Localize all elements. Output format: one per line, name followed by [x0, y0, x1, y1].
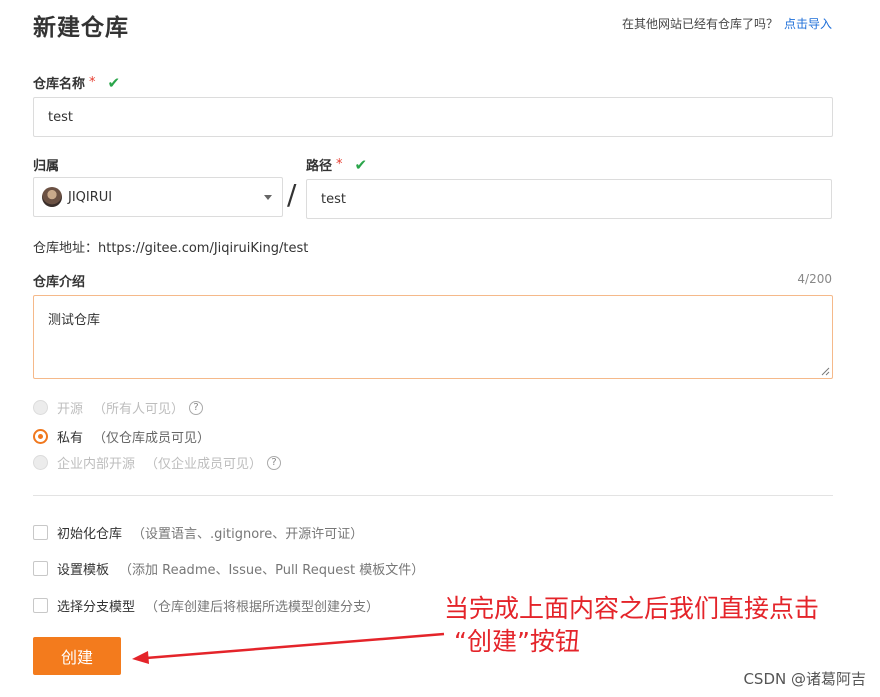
- resize-grip-icon[interactable]: [821, 367, 830, 376]
- repo-name-input[interactable]: test: [33, 97, 833, 137]
- checkbox[interactable]: [33, 561, 48, 576]
- radio-button: [33, 455, 48, 470]
- valid-check-icon: ✔: [354, 155, 368, 174]
- path-value: test: [321, 191, 346, 207]
- chevron-down-icon: [264, 195, 272, 200]
- radio-hint: （仅企业成员可见）: [145, 457, 263, 472]
- path-label: 路径 * ✔: [306, 155, 368, 175]
- divider: [33, 495, 833, 496]
- owner-select[interactable]: JIQIRUI: [33, 177, 283, 217]
- import-hint: 在其他网站已经有仓库了吗？ 点击导入: [622, 15, 832, 32]
- checkbox-label: 设置模板: [57, 563, 110, 578]
- description-value: 测试仓库: [48, 313, 101, 328]
- watermark: CSDN @诸葛阿吉: [743, 670, 866, 688]
- path-input[interactable]: test: [306, 179, 832, 219]
- visibility-open-radio: 开源 （所有人可见） ?: [33, 398, 204, 417]
- checkbox-label: 初始化仓库: [57, 527, 123, 542]
- owner-value: JIQIRUI: [68, 189, 113, 205]
- checkbox[interactable]: [33, 525, 48, 540]
- visibility-enterprise-radio: 企业内部开源 （仅企业成员可见） ?: [33, 453, 282, 472]
- import-link[interactable]: 点击导入: [784, 17, 832, 31]
- description-counter: 4/200: [797, 272, 832, 286]
- avatar: [42, 187, 62, 207]
- owner-label: 归属: [33, 159, 60, 174]
- description-label: 仓库介绍: [33, 275, 86, 290]
- import-hint-text: 在其他网站已经有仓库了吗？: [621, 17, 778, 31]
- template-checkbox[interactable]: 设置模板 （添加 Readme、Issue、Pull Request 模板文件）: [33, 559, 424, 578]
- branch-model-checkbox[interactable]: 选择分支模型 （仓库创建后将根据所选模型创建分支）: [33, 596, 379, 615]
- repo-name-value: test: [48, 109, 73, 125]
- checkbox-hint: （仓库创建后将根据所选模型创建分支）: [145, 600, 380, 615]
- radio-label: 开源: [57, 402, 84, 417]
- visibility-private-radio[interactable]: 私有 （仅仓库成员可见）: [33, 427, 210, 446]
- help-icon[interactable]: ?: [189, 400, 204, 415]
- page-title: 新建仓库: [33, 15, 129, 41]
- annotation-line-1: 当完成上面内容之后我们直接点击: [444, 594, 820, 623]
- description-textarea[interactable]: 测试仓库: [33, 295, 833, 379]
- radio-button: [33, 400, 48, 415]
- help-icon[interactable]: ?: [267, 455, 282, 470]
- repo-name-label: 仓库名称 * ✔: [33, 73, 121, 93]
- checkbox-label: 选择分支模型: [57, 600, 136, 615]
- valid-check-icon: ✔: [107, 73, 121, 92]
- repo-url: 仓库地址：https://gitee.com/JiqiruiKing/test: [33, 241, 309, 256]
- checkbox[interactable]: [33, 598, 48, 613]
- required-mark: *: [89, 75, 96, 90]
- radio-button[interactable]: [33, 429, 48, 444]
- annotation-arrow-icon: [132, 632, 445, 664]
- radio-label: 企业内部开源: [57, 457, 136, 472]
- path-label-text: 路径: [306, 159, 333, 174]
- radio-label: 私有: [57, 431, 84, 446]
- repo-name-label-text: 仓库名称: [33, 77, 86, 92]
- checkbox-hint: （设置语言、.gitignore、开源许可证）: [132, 527, 364, 542]
- radio-hint: （所有人可见）: [93, 402, 185, 417]
- init-repo-checkbox[interactable]: 初始化仓库 （设置语言、.gitignore、开源许可证）: [33, 523, 363, 542]
- required-mark: *: [336, 157, 343, 172]
- radio-hint: （仅仓库成员可见）: [93, 431, 211, 446]
- path-separator: /: [287, 178, 297, 211]
- create-button[interactable]: 创建: [33, 637, 121, 675]
- annotation-line-2: “创建”按钮: [454, 627, 580, 656]
- checkbox-hint: （添加 Readme、Issue、Pull Request 模板文件）: [119, 563, 425, 578]
